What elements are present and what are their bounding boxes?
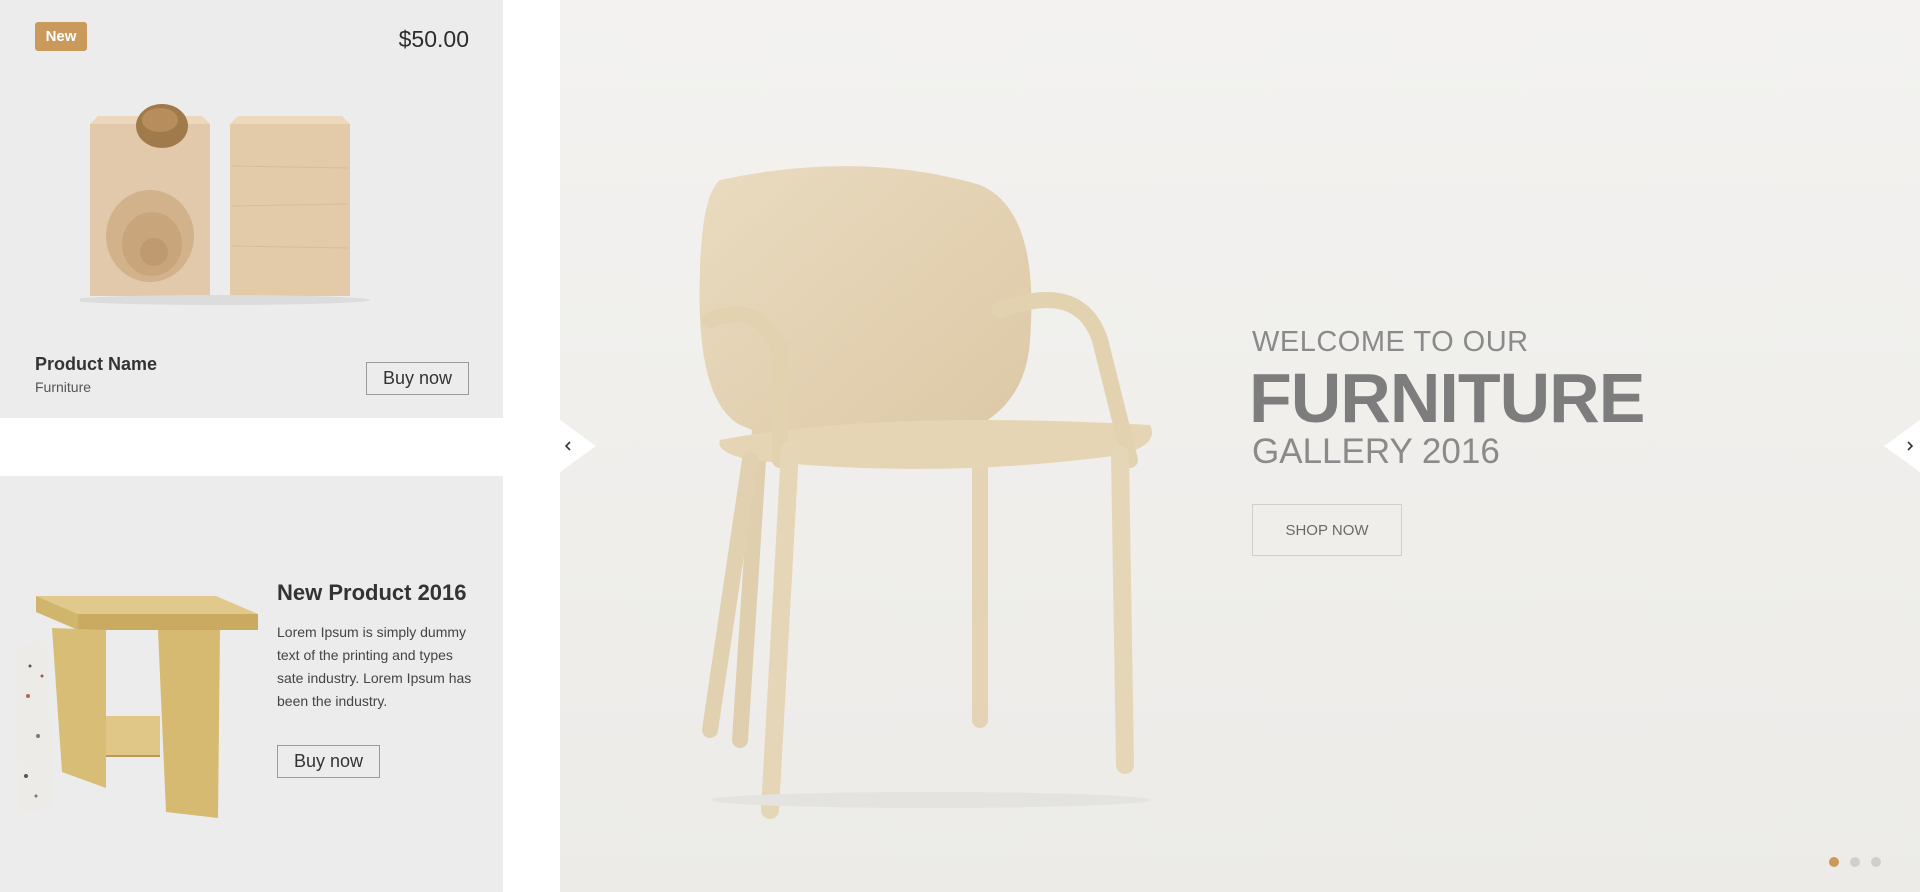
chevron-right-icon — [1884, 420, 1920, 472]
product-price: $50.00 — [398, 26, 469, 52]
hero-headline: FURNITURE — [1249, 359, 1645, 437]
product-category: Furniture — [35, 379, 92, 395]
shop-now-button[interactable]: SHOP NOW — [1252, 504, 1402, 556]
slide-dot-2[interactable] — [1850, 857, 1860, 867]
hero-subheadline: GALLERY 2016 — [1252, 432, 1500, 471]
hero-slider: WELCOME TO OUR FURNITURE GALLERY 2016 SH… — [560, 0, 1920, 892]
wooden-stool-image — [16, 596, 258, 818]
slide-dot-1[interactable] — [1829, 857, 1839, 867]
promo-card: New Product 2016 Lorem Ipsum is simply d… — [0, 476, 503, 892]
hero-welcome-text: WELCOME TO OUR — [1252, 326, 1529, 358]
product-name: Product Name — [35, 354, 158, 374]
wooden-blocks-image — [80, 104, 370, 305]
slide-dot-3[interactable] — [1871, 857, 1881, 867]
new-badge: New — [35, 22, 87, 51]
buy-now-button[interactable]: Buy now — [277, 745, 380, 778]
wooden-chair-image — [699, 166, 1152, 819]
product-card: New $50.00 Product Name Furniture Buy no… — [0, 0, 503, 418]
previous-slide-button[interactable] — [560, 420, 596, 472]
slider-pagination — [1829, 857, 1881, 867]
promo-description: Lorem Ipsum is simply dummy text of the … — [277, 624, 472, 709]
buy-now-button[interactable]: Buy now — [366, 362, 469, 395]
promo-title: New Product 2016 — [277, 580, 467, 605]
chevron-left-icon — [560, 420, 596, 472]
next-slide-button[interactable] — [1884, 420, 1920, 472]
